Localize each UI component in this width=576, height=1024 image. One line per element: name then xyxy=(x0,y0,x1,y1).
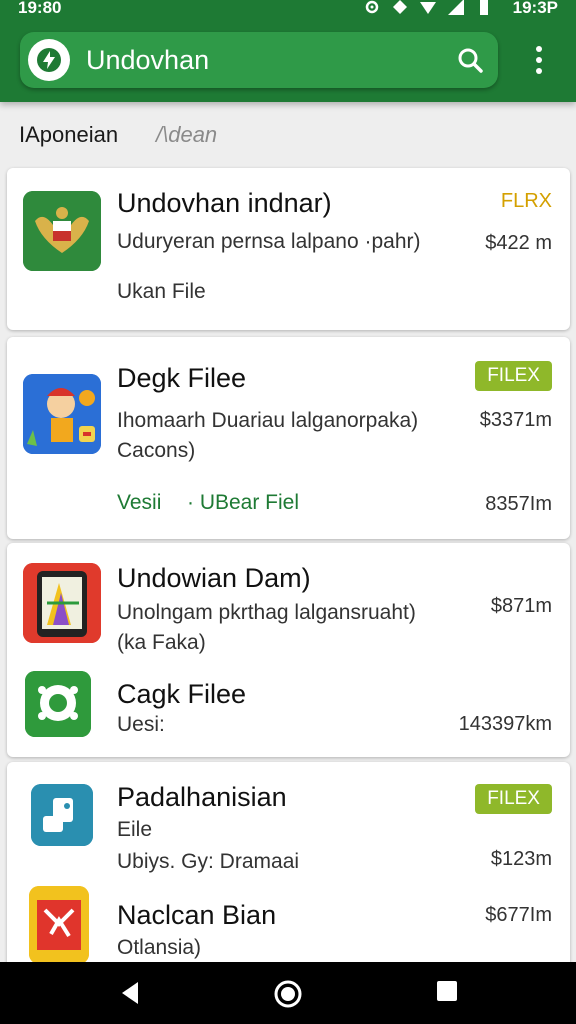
app-description: Otlansia) xyxy=(117,936,202,959)
tab-apoheian[interactable]: IAponeian xyxy=(19,122,118,148)
tab-adean[interactable]: /\dean xyxy=(156,122,217,148)
app-title: Undovhan xyxy=(86,45,210,75)
app-price: $677Im xyxy=(485,904,552,926)
status-time-left: 19:80 xyxy=(18,0,62,17)
tablet-app-icon xyxy=(23,563,101,643)
app-price: $123m xyxy=(490,848,552,870)
app-title: Undovhan indnar) xyxy=(117,188,332,218)
puzzle-app-icon xyxy=(31,784,93,846)
system-nav-bar xyxy=(0,962,576,1024)
app-price: $871m xyxy=(490,595,552,617)
app-logo xyxy=(28,39,70,81)
home-icon[interactable] xyxy=(274,980,302,1008)
diamond-icon xyxy=(393,0,407,14)
red-tile-icon xyxy=(29,886,89,964)
recent-apps-icon[interactable] xyxy=(436,980,458,1002)
search-icon[interactable] xyxy=(456,46,484,74)
back-icon[interactable] xyxy=(118,980,142,1006)
app-file-label: Ukan File xyxy=(117,280,206,303)
app-description: Eile xyxy=(117,818,153,841)
app-description: Unolngam pkrthag lalgansruaht) xyxy=(117,601,416,624)
app-description: Uesi: xyxy=(117,713,165,736)
battery-icon xyxy=(480,0,488,15)
app-title: Undowian Dam) xyxy=(117,563,311,593)
app-top-bar: 19:80 19:3P Undovhan xyxy=(0,0,576,102)
file-badge: FILEX xyxy=(475,784,552,814)
search-bar[interactable]: Undovhan xyxy=(20,32,498,88)
app-card[interactable]: Degk Filee Ihomaarh Duariau lalganorpaka… xyxy=(7,337,570,539)
app-card[interactable]: Undowian Dam) Unolngam pkrthag lalgansru… xyxy=(7,543,570,757)
settings-icon xyxy=(365,0,379,14)
app-subdescription: (ka Faka) xyxy=(117,631,206,654)
wifi-icon xyxy=(420,2,436,14)
app-price: $3371m xyxy=(479,409,552,431)
more-options-icon[interactable] xyxy=(528,44,550,78)
app-title: Padalhanisian xyxy=(117,782,287,812)
app-price: $422 m xyxy=(485,232,552,254)
app-size: 8357Im xyxy=(485,493,552,515)
emblem-icon xyxy=(23,191,101,271)
version-link[interactable]: Vesii xyxy=(117,491,161,515)
file-badge: FILEX xyxy=(475,361,552,391)
lightning-icon xyxy=(37,48,61,72)
open-file-link[interactable]: · UBear Fiel xyxy=(187,491,299,515)
app-title: Naclcan Bian xyxy=(117,900,277,930)
status-icons xyxy=(364,0,492,15)
app-subdescription: Ubiys. Gy: Dramaai xyxy=(117,850,300,873)
status-bar: 19:80 19:3P xyxy=(0,0,576,22)
file-badge: FLRX xyxy=(500,190,552,212)
app-size: 143397km xyxy=(458,713,552,735)
app-card[interactable]: Padalhanisian Eile Ubiys. Gy: Dramaai FI… xyxy=(7,762,570,972)
chat-bubble-icon xyxy=(25,671,91,737)
status-time-right: 19:3P xyxy=(512,0,558,17)
app-description: Uduryeran pernsa lalpano ·pahr) xyxy=(117,230,421,253)
tab-bar: IAponeian /\dean xyxy=(0,108,576,164)
app-subdescription: Cacons) xyxy=(117,439,196,462)
cartoon-character-icon xyxy=(23,374,101,454)
app-title: Degk Filee xyxy=(117,363,247,393)
app-title: Cagk Filee xyxy=(117,679,247,709)
app-description: Ihomaarh Duariau lalganorpaka) xyxy=(117,409,419,432)
signal-icon xyxy=(448,0,464,15)
app-card[interactable]: Undovhan indnar) Uduryeran pernsa lalpan… xyxy=(7,168,570,330)
